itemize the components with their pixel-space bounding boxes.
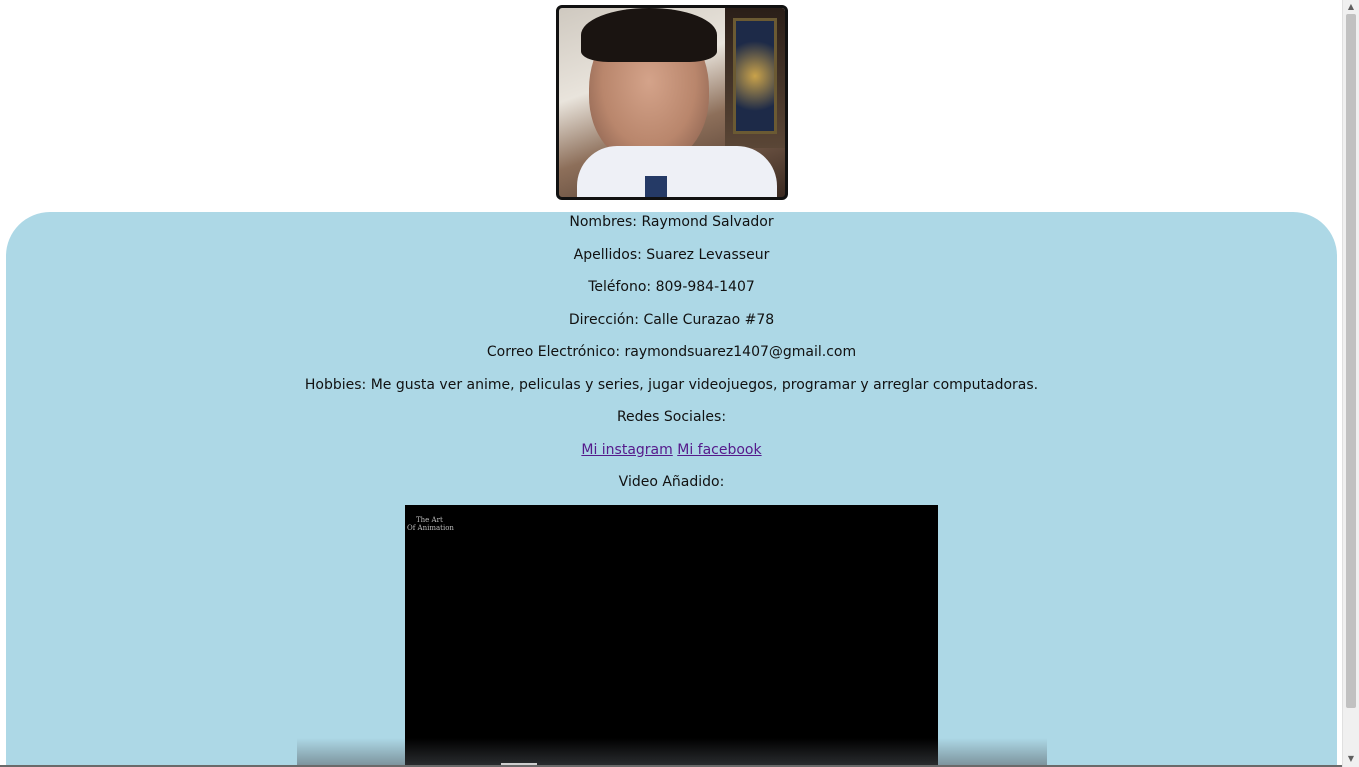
telefono-text: Teléfono: 809-984-1407 <box>588 279 755 295</box>
video-logo-line1: The Art <box>416 516 443 524</box>
video-logo: The Art Of Animation <box>407 516 454 532</box>
info-content: Nombres: Raymond Salvador Apellidos: Sua… <box>0 212 1343 505</box>
instagram-link[interactable]: Mi instagram <box>581 442 672 458</box>
social-links: Mi instagram Mi facebook <box>0 440 1343 473</box>
scroll-down-icon[interactable]: ▼ <box>1346 754 1356 764</box>
direccion-text: Dirección: Calle Curazao #78 <box>568 311 775 328</box>
apellidos-text: Apellidos: Suarez Levasseur <box>573 246 770 263</box>
nombres-text: Nombres: Raymond Salvador <box>569 214 774 230</box>
scroll-up-icon[interactable]: ▲ <box>1346 2 1356 12</box>
photo-painting <box>733 18 777 134</box>
video-logo-line2: Of Animation <box>407 524 454 532</box>
vertical-scrollbar[interactable]: ▲ ▼ <box>1342 0 1359 767</box>
photo-shirt <box>577 146 777 197</box>
facebook-link[interactable]: Mi facebook <box>677 442 761 458</box>
video-controls[interactable] <box>297 738 1047 767</box>
photo-hair <box>581 8 717 62</box>
page: Nombres: Raymond Salvador Apellidos: Sua… <box>0 0 1343 767</box>
video-player[interactable]: The Art Of Animation <box>405 505 938 767</box>
video-label: Video Añadido: <box>618 474 725 490</box>
scroll-thumb[interactable] <box>1346 14 1356 708</box>
hobbies-text: Hobbies: Me gusta ver anime, peliculas y… <box>304 376 1039 393</box>
profile-photo <box>556 5 788 200</box>
redes-label: Redes Sociales: <box>616 409 727 425</box>
photo-tie <box>645 176 667 197</box>
correo-text: Correo Electrónico: raymondsuarez1407@gm… <box>486 344 857 360</box>
